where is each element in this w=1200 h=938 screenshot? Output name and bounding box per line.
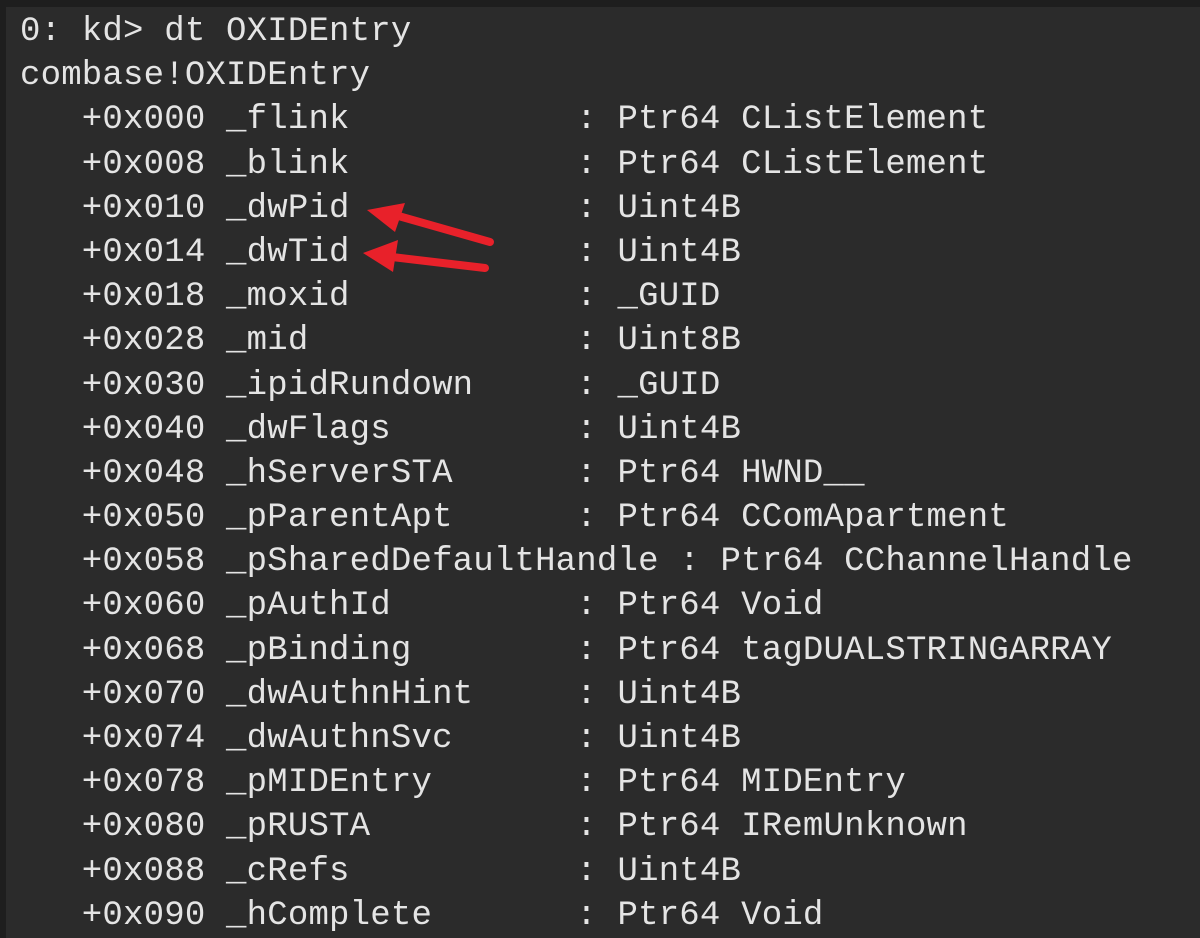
field-line: +0x048 _hServerSTA : Ptr64 HWND__ xyxy=(20,454,865,493)
field-line-dwpid: +0x010 _dwPid : Uint4B xyxy=(20,189,742,228)
field-line: +0x040 _dwFlags : Uint4B xyxy=(20,410,742,449)
window-left-edge xyxy=(0,7,6,938)
field-line: +0x018 _moxid : _GUID xyxy=(20,278,721,317)
field-line: +0x008 _blink : Ptr64 CListElement xyxy=(20,145,989,184)
field-line-dwtid: +0x014 _dwTid : Uint4B xyxy=(20,233,742,272)
type-name-line: combase!OXIDEntry xyxy=(20,57,371,96)
field-line: +0x000 _flink : Ptr64 CListElement xyxy=(20,101,989,140)
field-line: +0x060 _pAuthId : Ptr64 Void xyxy=(20,587,824,626)
field-line: +0x080 _pRUSTA : Ptr64 IRemUnknown xyxy=(20,808,968,847)
field-line: +0x078 _pMIDEntry : Ptr64 MIDEntry xyxy=(20,764,906,803)
field-line: +0x030 _ipidRundown : _GUID xyxy=(20,366,721,405)
field-line: +0x070 _dwAuthnHint : Uint4B xyxy=(20,675,742,714)
command-line: 0: kd> dt OXIDEntry xyxy=(20,13,412,51)
field-line: +0x090 _hComplete : Ptr64 Void xyxy=(20,896,824,935)
field-line: +0x050 _pParentApt : Ptr64 CComApartment xyxy=(20,499,1009,538)
field-line: +0x074 _dwAuthnSvc : Uint4B xyxy=(20,720,742,758)
field-line: +0x068 _pBinding : Ptr64 tagDUALSTRINGAR… xyxy=(20,631,1112,670)
debugger-console-output[interactable]: 0: kd> dt OXIDEntry combase!OXIDEntry +0… xyxy=(20,10,1133,938)
field-line: +0x088 _cRefs : Uint4B xyxy=(20,852,742,891)
field-line: +0x058 _pSharedDefaultHandle : Ptr64 CCh… xyxy=(20,543,1133,582)
field-line: +0x028 _mid : Uint8B xyxy=(20,322,742,361)
window-top-edge xyxy=(0,0,1200,7)
